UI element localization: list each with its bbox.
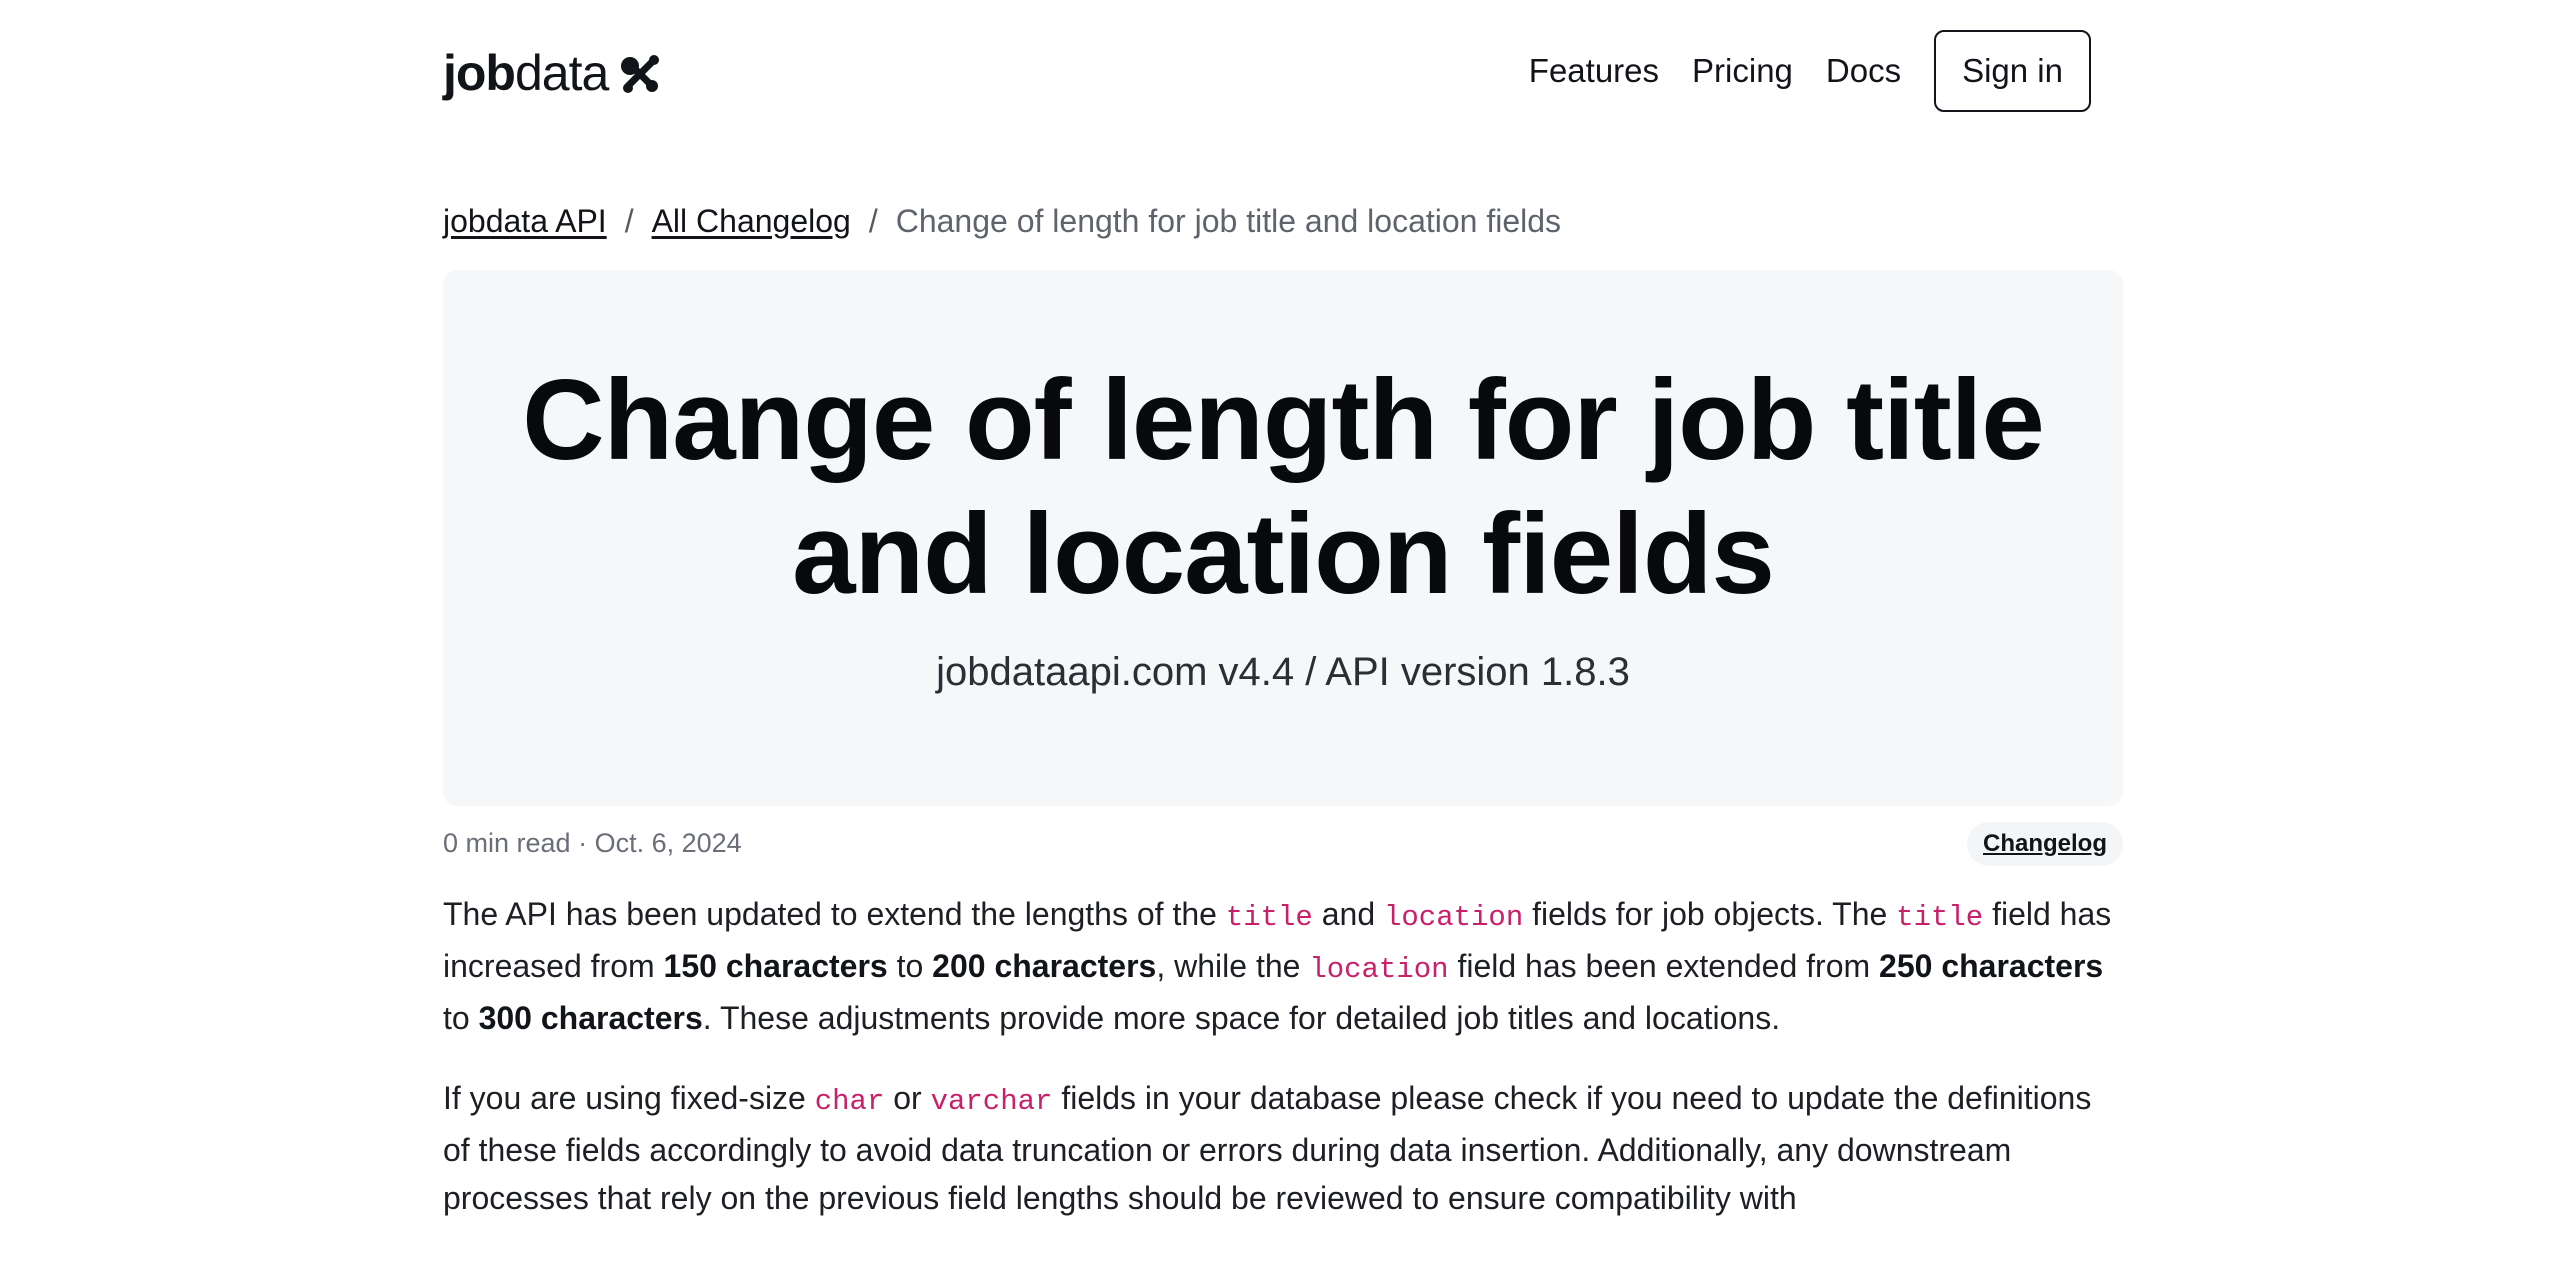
article-hero: Change of length for job title and locat… bbox=[443, 270, 2123, 806]
code-varchar: varchar bbox=[930, 1085, 1053, 1118]
logo-text-bold: job bbox=[443, 45, 516, 101]
text-span: If you are using fixed-size bbox=[443, 1080, 815, 1116]
logo-mark-icon bbox=[618, 52, 662, 101]
site-header: job data Features Pricing Docs Sign in bbox=[443, 0, 2123, 148]
logo-text-light: data bbox=[514, 45, 609, 101]
nav-docs-link[interactable]: Docs bbox=[1826, 52, 1901, 90]
breadcrumb-separator: / bbox=[624, 202, 634, 239]
breadcrumb-separator: / bbox=[868, 202, 878, 239]
code-title: title bbox=[1225, 901, 1313, 934]
article-title: Change of length for job title and locat… bbox=[443, 354, 2123, 622]
text-span: field has been extended from bbox=[1448, 948, 1880, 984]
article-title-line-1: Change of length for job title bbox=[522, 357, 2045, 484]
bold-text: 300 characters bbox=[478, 1000, 703, 1036]
changelog-tag-link[interactable]: Changelog bbox=[1967, 822, 2123, 866]
text-span: . These adjustments provide more space f… bbox=[702, 1000, 1781, 1036]
code-location: location bbox=[1384, 901, 1524, 934]
text-span: fields for job objects. The bbox=[1523, 896, 1897, 932]
text-span: to bbox=[887, 948, 933, 984]
article-meta-info: 0 min read · Oct. 6, 2024 bbox=[443, 828, 742, 859]
code-location: location bbox=[1309, 953, 1449, 986]
article-body: The API has been updated to extend the l… bbox=[443, 890, 2123, 1222]
publish-date: Oct. 6, 2024 bbox=[594, 828, 742, 858]
read-time: 0 min read bbox=[443, 828, 571, 858]
main-nav: Features Pricing Docs Sign in bbox=[1496, 30, 2091, 112]
bold-text: 150 characters bbox=[663, 948, 888, 984]
page-container: job data Features Pricing Docs Sign in jo… bbox=[443, 0, 2123, 1222]
meta-dot: · bbox=[578, 828, 588, 858]
text-span: , while the bbox=[1156, 948, 1310, 984]
paragraph-1: The API has been updated to extend the l… bbox=[443, 890, 2123, 1042]
code-char: char bbox=[814, 1085, 885, 1118]
breadcrumb-jobdata-api-link[interactable]: jobdata API bbox=[443, 203, 607, 240]
article-subtitle: jobdataapi.com v4.4 / API version 1.8.3 bbox=[936, 650, 1630, 694]
article-title-line-2: and location fields bbox=[792, 491, 1775, 618]
bold-text: 200 characters bbox=[932, 948, 1157, 984]
breadcrumb: jobdata API / All Changelog / Change of … bbox=[443, 148, 2123, 250]
nav-pricing-link[interactable]: Pricing bbox=[1692, 52, 1793, 90]
text-span: and bbox=[1312, 896, 1384, 932]
code-title: title bbox=[1896, 901, 1984, 934]
article-meta: 0 min read · Oct. 6, 2024 Changelog bbox=[443, 806, 2123, 890]
breadcrumb-all-changelog-link[interactable]: All Changelog bbox=[652, 203, 851, 240]
text-span: to bbox=[443, 1000, 479, 1036]
bold-text: 250 characters bbox=[1879, 948, 2104, 984]
logo-link[interactable]: job data bbox=[443, 44, 662, 102]
text-span: The API has been updated to extend the l… bbox=[443, 896, 1226, 932]
paragraph-2: If you are using fixed-size char or varc… bbox=[443, 1074, 2123, 1222]
breadcrumb-current: Change of length for job title and locat… bbox=[895, 202, 1562, 239]
nav-features-link[interactable]: Features bbox=[1529, 52, 1659, 90]
text-span: or bbox=[884, 1080, 931, 1116]
sign-in-button[interactable]: Sign in bbox=[1934, 30, 2091, 112]
